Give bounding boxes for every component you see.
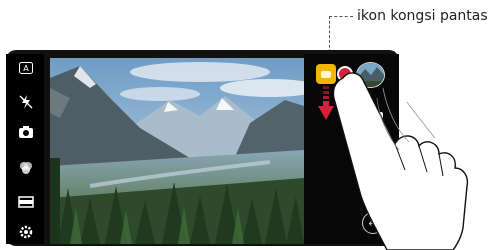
video-record-icon[interactable] — [369, 112, 383, 122]
svg-text:A: A — [23, 64, 29, 73]
camera-left-toolbar: A — [6, 54, 44, 244]
gallery-thumbnail[interactable] — [356, 62, 385, 88]
back-icon[interactable]: ↩ — [362, 212, 384, 234]
quick-share-icon[interactable] — [316, 64, 336, 84]
filter-icon[interactable] — [18, 160, 34, 176]
flash-off-icon[interactable] — [18, 94, 34, 110]
settings-icon[interactable] — [18, 224, 34, 240]
shutter-icon[interactable] — [353, 140, 389, 176]
switch-camera-icon[interactable] — [18, 124, 34, 140]
viewfinder-preview[interactable] — [50, 58, 304, 244]
auto-mode-icon[interactable]: A — [18, 60, 34, 76]
record-indicator-icon — [339, 68, 351, 80]
swipe-down-arrow-icon — [318, 86, 334, 120]
callout-label: ikon kongsi pantas — [357, 8, 488, 24]
aspect-ratio-icon[interactable] — [18, 194, 34, 210]
callout-leader-line — [329, 16, 353, 17]
